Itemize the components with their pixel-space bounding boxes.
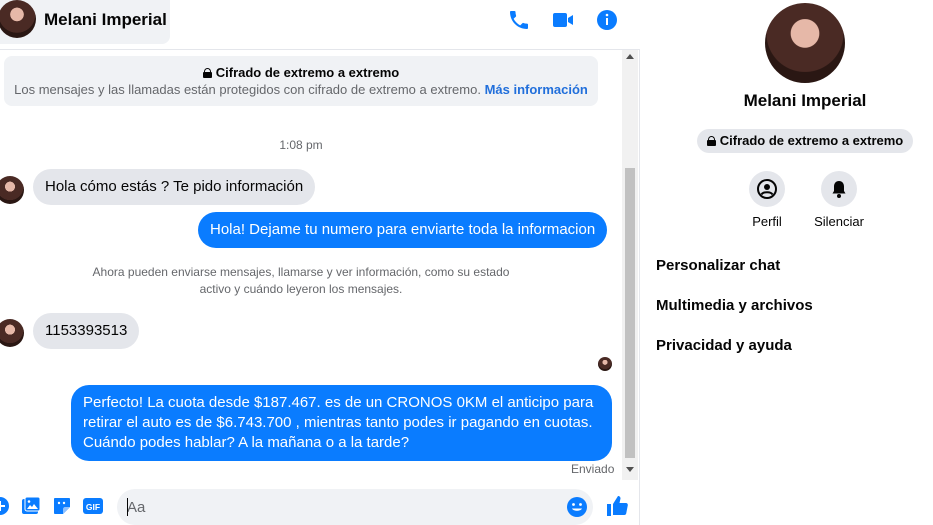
more-info-link[interactable]: Más información <box>485 82 588 97</box>
outgoing-message-line-1: Perfecto! La cuota desde $187.467. es de… <box>83 394 594 411</box>
encryption-notice-title: Cifrado de extremo a extremo <box>215 65 400 80</box>
seen-indicator-avatar <box>598 357 612 371</box>
more-actions-icon[interactable] <box>0 496 10 516</box>
photo-icon[interactable] <box>21 496 41 516</box>
media-files-item[interactable]: Multimedia y archivos <box>656 297 813 314</box>
chat-header: Melani Imperial <box>0 0 640 50</box>
phone-icon[interactable] <box>507 8 531 32</box>
mute-button-circle[interactable] <box>821 171 857 207</box>
message-list[interactable]: Cifrado de extremo a extremo Los mensaje… <box>0 50 622 480</box>
gif-icon[interactable]: GIF <box>83 496 103 516</box>
incoming-message[interactable]: 1153393513 <box>33 313 140 349</box>
scroll-down-arrow-icon[interactable] <box>626 467 634 472</box>
mute-button[interactable]: Silenciar <box>803 171 875 229</box>
message-composer: GIF <box>0 482 640 525</box>
system-notice-line-1: Ahora pueden enviarse mensajes, llamarse… <box>92 265 510 279</box>
encryption-badge-label: Cifrado de extremo a extremo <box>719 133 904 148</box>
outgoing-message-line-3: Cuándo podes hablar? A la mañana o a la … <box>83 434 410 451</box>
encryption-notice-body-row: Los mensajes y las llamadas están proteg… <box>4 82 598 97</box>
encryption-notice-body: Los mensajes y las llamadas están proteg… <box>14 82 481 97</box>
profile-name: Melani Imperial <box>743 91 867 110</box>
sender-avatar[interactable] <box>0 176 24 204</box>
sender-avatar[interactable] <box>0 319 24 347</box>
contact-header[interactable]: Melani Imperial <box>0 0 170 44</box>
profile-button-label: Perfil <box>752 214 782 229</box>
system-notice-line-2: activo y cuándo leyeron los mensajes. <box>199 282 403 296</box>
outgoing-message[interactable]: Hola! Dejame tu numero para enviarte tod… <box>198 212 608 248</box>
video-call-icon[interactable] <box>551 8 575 32</box>
outgoing-message-line-2: retirar el auto es de $6.743.700 , mient… <box>83 414 593 431</box>
encryption-badge[interactable]: Cifrado de extremo a extremo <box>697 129 913 153</box>
profile-icon <box>757 179 777 199</box>
sticker-icon[interactable] <box>52 496 72 516</box>
text-caret <box>127 498 128 516</box>
lock-icon <box>706 136 716 146</box>
privacy-help-item[interactable]: Privacidad y ayuda <box>656 337 792 354</box>
contact-name[interactable]: Melani Imperial <box>44 10 167 30</box>
profile-button-circle[interactable] <box>749 171 785 207</box>
message-input-box[interactable] <box>117 489 593 525</box>
message-timestamp: 1:08 pm <box>279 138 323 152</box>
conversation-details-panel: Melani Imperial Cifrado de extremo a ext… <box>641 0 933 525</box>
emoji-icon[interactable] <box>566 496 588 518</box>
scrollbar-thumb[interactable] <box>625 168 635 458</box>
customize-chat-item[interactable]: Personalizar chat <box>656 257 780 274</box>
lock-icon <box>202 68 212 78</box>
contact-avatar[interactable] <box>0 0 36 38</box>
encryption-notice: Cifrado de extremo a extremo Los mensaje… <box>4 56 598 106</box>
gif-label: GIF <box>86 502 100 512</box>
scroll-up-arrow-icon[interactable] <box>626 54 634 59</box>
message-input[interactable] <box>127 497 547 517</box>
delivery-status: Enviado <box>571 462 615 476</box>
encryption-notice-title-row: Cifrado de extremo a extremo <box>4 65 598 80</box>
chat-pane: Melani Imperial Cifrado de extremo a ext… <box>0 0 640 525</box>
mute-button-label: Silenciar <box>814 214 864 229</box>
incoming-message[interactable]: Hola cómo estás ? Te pido información <box>33 169 316 205</box>
profile-button[interactable]: Perfil <box>731 171 803 229</box>
message-scrollbar[interactable] <box>622 50 638 480</box>
like-icon[interactable] <box>605 494 629 518</box>
outgoing-message[interactable]: Perfecto! La cuota desde $187.467. es de… <box>71 385 612 461</box>
profile-avatar[interactable] <box>765 3 845 83</box>
info-icon[interactable] <box>595 8 619 32</box>
bell-icon <box>832 181 846 198</box>
system-notice: Ahora pueden enviarse mensajes, llamarse… <box>0 264 602 298</box>
